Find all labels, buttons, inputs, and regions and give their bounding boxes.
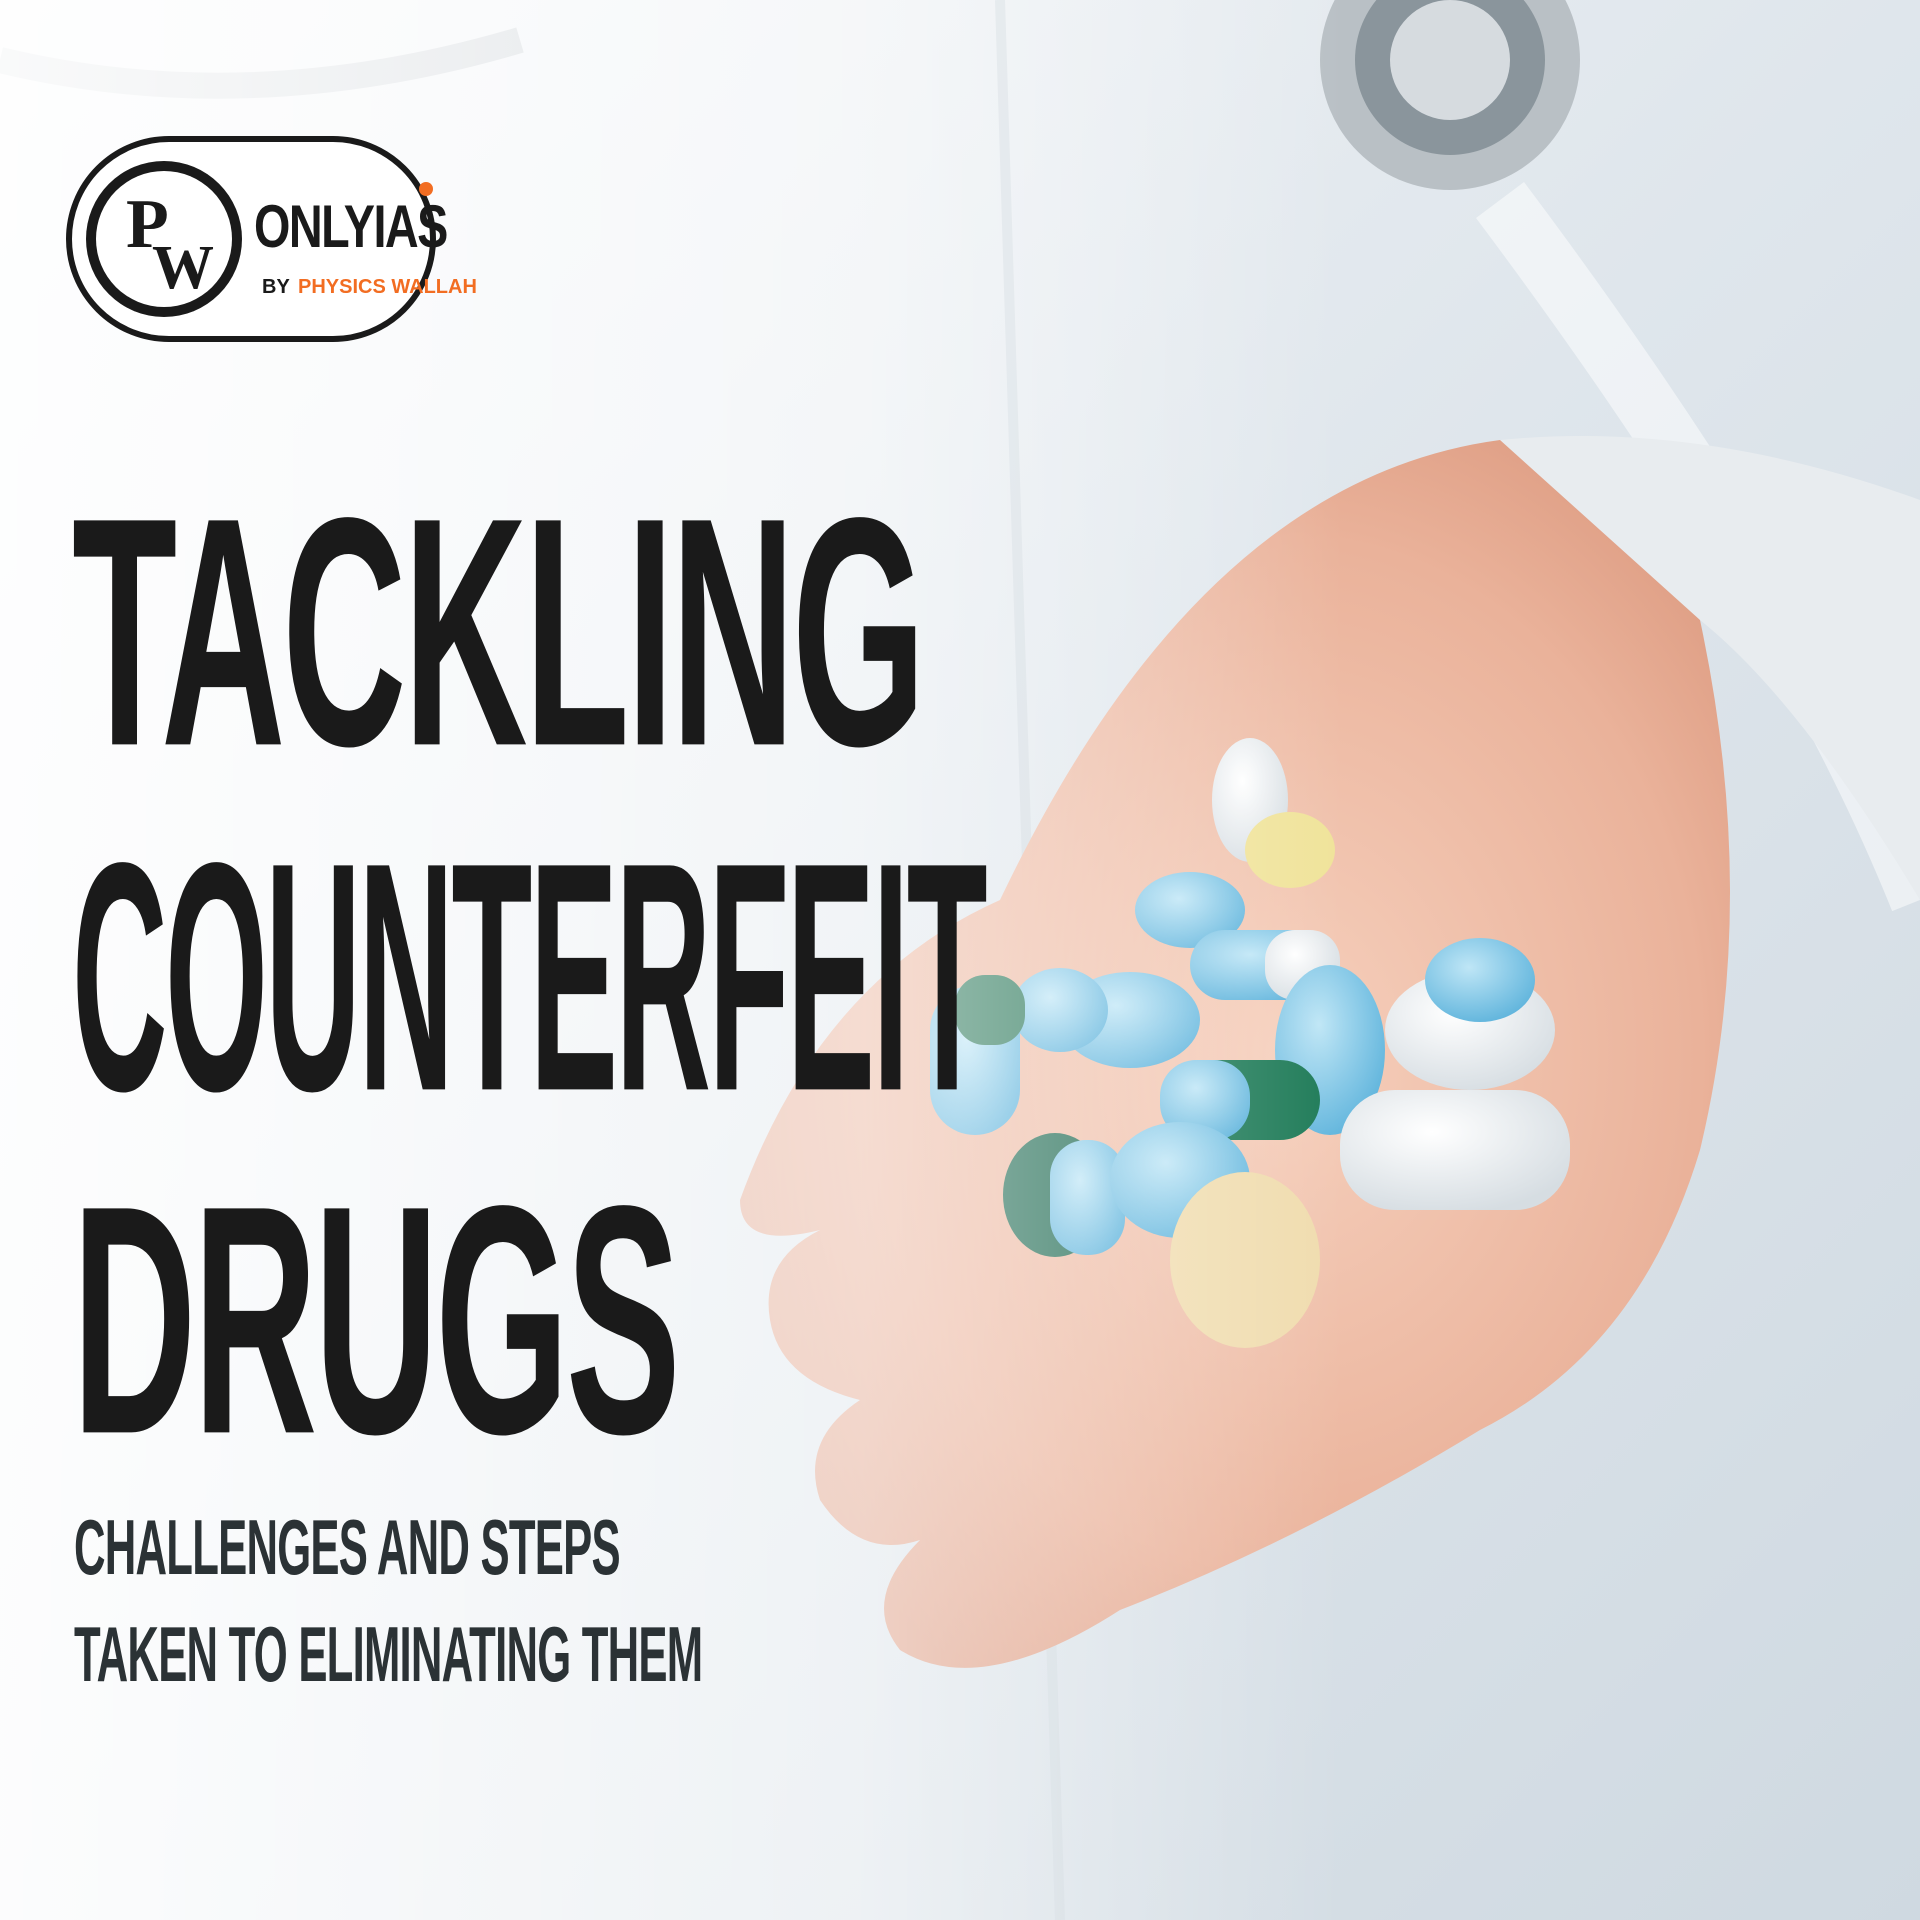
logo-brand-text: ONLYIAS: [254, 193, 448, 260]
emblem-letter-w: W: [152, 234, 214, 302]
pw-emblem-icon: P W: [86, 161, 242, 317]
logo-byline-by: BY: [262, 276, 290, 298]
logo-accent-dot: [419, 182, 433, 196]
onlyias-logo: P W ONLYIAS BY PHYSICS WALLAH: [66, 136, 477, 342]
subtitle-line-2: TAKEN TO ELIMINATING THEM: [74, 1609, 703, 1698]
headline-line-3: DRUGS: [72, 1137, 681, 1503]
subtitle-line-1: CHALLENGES AND STEPS: [74, 1502, 621, 1591]
headline-line-2: COUNTERFEIT: [72, 794, 988, 1160]
headline-line-1: TACKLING: [72, 449, 926, 815]
logo-byline-name: PHYSICS WALLAH: [298, 276, 477, 298]
